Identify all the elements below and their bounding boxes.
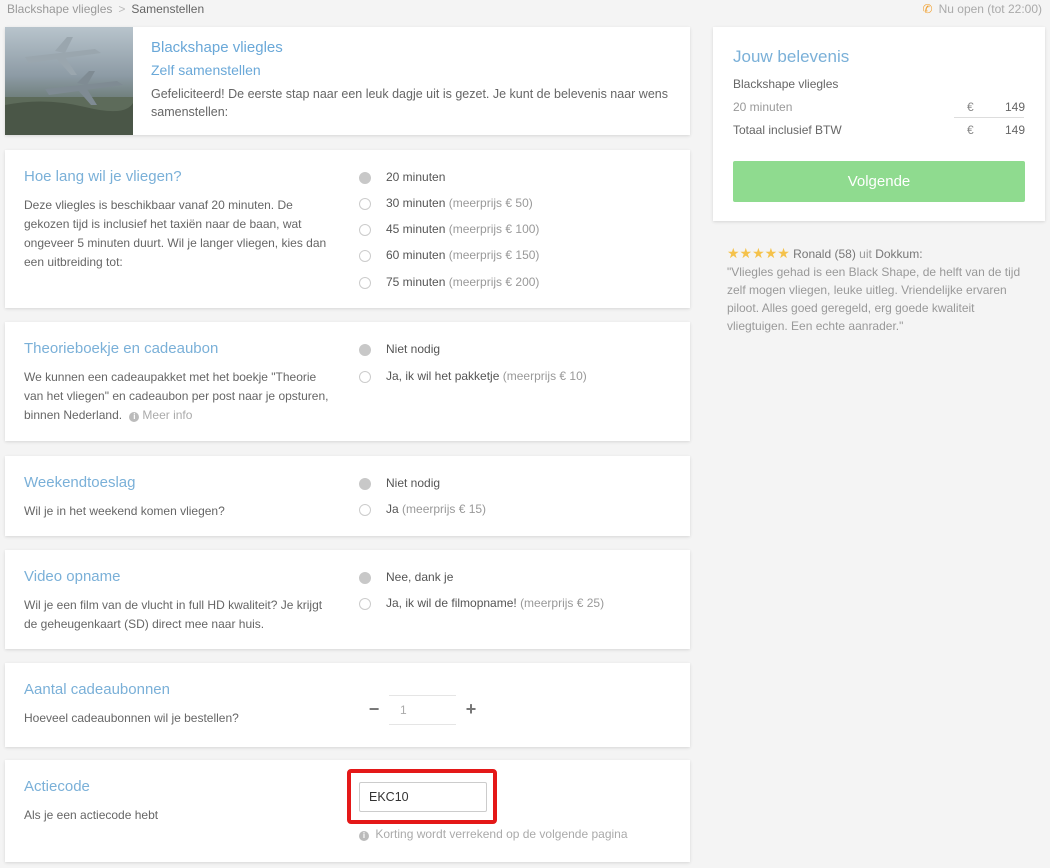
- radio-unselected[interactable]: [359, 598, 371, 610]
- section-description: Deze vliegles is beschikbaar vanaf 20 mi…: [24, 198, 327, 269]
- info-icon: i: [359, 831, 369, 841]
- open-status: ✆ Nu open (tot 22:00): [923, 2, 1042, 16]
- radio-selected[interactable]: [359, 478, 371, 490]
- option-surcharge: (meerprijs € 150): [448, 248, 540, 262]
- section-description: Wil je in het weekend komen vliegen?: [24, 504, 225, 518]
- summary-product: Blackshape vliegles: [733, 77, 839, 91]
- option-surcharge: (meerprijs € 100): [448, 222, 540, 236]
- plus-icon[interactable]: +: [463, 700, 479, 718]
- option-surcharge: (meerprijs € 200): [448, 275, 540, 289]
- radio-unselected[interactable]: [359, 250, 371, 262]
- section-description: Als je een actiecode hebt: [24, 808, 159, 822]
- summary-total-value: 149: [1004, 123, 1025, 137]
- theory-section: Theorieboekje en cadeaubon We kunnen een…: [5, 322, 690, 441]
- quantity-input[interactable]: 1: [389, 695, 456, 725]
- option-label: 75 minuten: [386, 275, 446, 289]
- top-bar: Blackshape vliegles > Samenstellen ✆ Nu ope…: [0, 0, 1050, 18]
- option-label: Ja: [386, 502, 399, 516]
- section-title: Aantal cadeaubonnen: [24, 681, 170, 698]
- radio-selected[interactable]: [359, 172, 371, 184]
- section-description: We kunnen een cadeaupakket met het boekj…: [24, 370, 329, 422]
- summary-row-label: 20 minuten: [733, 100, 793, 114]
- product-image: [5, 27, 133, 135]
- option-label: 20 minuten: [386, 170, 446, 184]
- summary-total-label: Totaal inclusief BTW: [733, 123, 842, 137]
- option-label: Niet nodig: [386, 342, 441, 356]
- duration-section: Hoe lang wil je vliegen? Deze vliegles i…: [5, 150, 690, 308]
- info-icon: i: [129, 412, 140, 422]
- product-title: Blackshape vliegles: [151, 39, 283, 56]
- promo-note: i Korting wordt verrekend op de volgende…: [359, 827, 628, 841]
- breadcrumb: Blackshape vliegles > Samenstellen: [7, 2, 204, 16]
- review-text: "Vliegles gehad is een Black Shape, de h…: [727, 265, 1021, 333]
- radio-unselected[interactable]: [359, 198, 371, 210]
- radio-selected[interactable]: [359, 344, 371, 356]
- option-surcharge: (meerprijs € 25): [520, 596, 605, 610]
- option-surcharge: (meerprijs € 10): [502, 369, 587, 383]
- minus-icon[interactable]: −: [366, 700, 382, 718]
- product-subtitle: Zelf samenstellen: [151, 62, 261, 78]
- summary-title: Jouw belevenis: [733, 47, 850, 66]
- radio-selected[interactable]: [359, 572, 371, 584]
- airplane-image: [5, 37, 133, 135]
- option-label: 45 minuten: [386, 222, 446, 236]
- weekend-section: Weekendtoeslag Wil je in het weekend kom…: [5, 456, 690, 536]
- open-status-text: Nu open (tot 22:00): [938, 2, 1042, 16]
- reviewer-name: Ronald (58): [793, 247, 856, 261]
- breadcrumb-item-product[interactable]: Blackshape vliegles: [7, 2, 112, 16]
- breadcrumb-separator: >: [118, 2, 126, 16]
- promo-code-input[interactable]: [359, 782, 487, 812]
- option-label: Nee, dank je: [386, 570, 454, 584]
- review: ★★★★★ Ronald (58) uit Dokkum: "Vliegles …: [727, 244, 1032, 335]
- video-section: Video opname Wil je een film van de vluc…: [5, 550, 690, 649]
- section-description: Wil je een film van de vlucht in full HD…: [24, 598, 323, 631]
- summary-row-currency: €: [967, 100, 974, 114]
- option-surcharge: (meerprijs € 50): [448, 196, 533, 210]
- product-description: Gefeliciteerd! De eerste stap naar een l…: [151, 87, 668, 119]
- radio-unselected[interactable]: [359, 371, 371, 383]
- section-title: Video opname: [24, 568, 121, 585]
- phone-icon: ✆: [922, 2, 933, 16]
- summary-card: Jouw belevenis Blackshape vliegles 20 mi…: [713, 27, 1045, 221]
- breadcrumb-item-current: Samenstellen: [131, 2, 205, 16]
- section-title: Hoe lang wil je vliegen?: [24, 168, 182, 185]
- summary-row-value: 149: [1004, 100, 1025, 114]
- more-info-link[interactable]: Meer info: [142, 408, 192, 422]
- next-button[interactable]: Volgende: [733, 161, 1025, 202]
- section-title: Weekendtoeslag: [24, 474, 136, 491]
- section-description: Hoeveel cadeaubonnen wil je bestellen?: [24, 711, 239, 725]
- radio-unselected[interactable]: [359, 277, 371, 289]
- radio-unselected[interactable]: [359, 224, 371, 236]
- summary-total-currency: €: [967, 123, 974, 137]
- product-card: Blackshape vliegles Zelf samenstellen Ge…: [5, 27, 690, 135]
- reviewer-from: uit: [859, 247, 872, 261]
- option-label: Ja, ik wil de filmopname!: [386, 596, 517, 610]
- option-label: 60 minuten: [386, 248, 446, 262]
- radio-unselected[interactable]: [359, 504, 371, 516]
- option-label: 30 minuten: [386, 196, 446, 210]
- star-icon: ★★★★★: [727, 245, 790, 261]
- option-surcharge: (meerprijs € 15): [402, 502, 487, 516]
- option-label: Ja, ik wil het pakketje: [386, 369, 500, 383]
- reviewer-place: Dokkum:: [875, 247, 923, 261]
- option-label: Niet nodig: [386, 476, 441, 490]
- section-title: Actiecode: [24, 778, 90, 795]
- summary-divider: [954, 117, 1024, 118]
- voucher-section: Aantal cadeaubonnen Hoeveel cadeaubonnen…: [5, 663, 690, 747]
- section-title: Theorieboekje en cadeaubon: [24, 340, 219, 357]
